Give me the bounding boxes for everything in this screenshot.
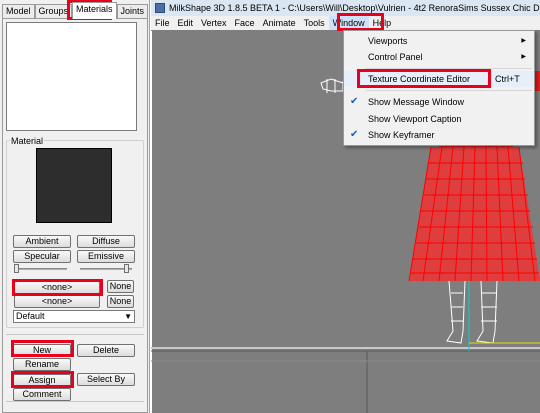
submenu-arrow-icon: ▶ (521, 38, 526, 44)
alpha-texture-button[interactable]: <none> (14, 295, 100, 308)
ambient-button[interactable]: Ambient (13, 235, 71, 248)
menu-tools[interactable]: Tools (300, 16, 329, 30)
material-mode-select[interactable]: Default ▼ (13, 310, 135, 323)
material-preview-swatch (36, 148, 112, 223)
emissive-button[interactable]: Emissive (77, 250, 135, 263)
model-legs (446, 280, 498, 344)
menu-face[interactable]: Face (231, 16, 259, 30)
app-icon (155, 3, 165, 13)
materials-list[interactable] (6, 22, 137, 131)
tab-materials[interactable]: Materials (72, 2, 117, 19)
menu-animate[interactable]: Animate (259, 16, 300, 30)
chevron-down-icon: ▼ (124, 312, 132, 321)
menu-vertex[interactable]: Vertex (197, 16, 231, 30)
submenu-arrow-icon: ▶ (521, 54, 526, 60)
delete-button[interactable]: Delete (77, 344, 135, 357)
menu-item-label: Show Keyframer (368, 130, 435, 140)
menu-item-show-message-window[interactable]: ✔ Show Message Window (344, 94, 534, 110)
menu-item-viewports[interactable]: Viewports ▶ (344, 33, 534, 49)
diffuse-button[interactable]: Diffuse (77, 235, 135, 248)
annotation-highlight-assign (11, 371, 74, 388)
menu-item-control-panel[interactable]: Control Panel ▶ (344, 49, 534, 65)
shininess-slider-track (15, 268, 67, 270)
checkmark-icon: ✔ (350, 129, 359, 140)
specular-button[interactable]: Specular (13, 250, 71, 263)
annotation-highlight-new (11, 340, 74, 357)
texture-none-button[interactable]: None (107, 280, 134, 293)
menu-file[interactable]: File (151, 16, 174, 30)
window-title: MilkShape 3D 1.8.5 BETA 1 - C:\Users\Wil… (169, 3, 540, 13)
menu-edit[interactable]: Edit (174, 16, 198, 30)
menu-item-label: Control Panel (368, 52, 423, 62)
tab-model[interactable]: Model (2, 4, 35, 19)
rename-button[interactable]: Rename (13, 358, 71, 371)
menu-item-show-keyframer[interactable]: ✔ Show Keyframer (344, 127, 534, 143)
tab-joints[interactable]: Joints (116, 4, 149, 19)
comment-button[interactable]: Comment (13, 388, 71, 401)
tool-panel: Model Groups Materials Joints Material A… (0, 0, 150, 413)
menu-separator (366, 90, 532, 91)
annotation-highlight-window-menu (337, 13, 384, 31)
divider (6, 334, 144, 335)
menu-item-shortcut: Ctrl+T (495, 74, 520, 84)
menu-item-label: Show Message Window (368, 97, 465, 107)
material-mode-value: Default (16, 311, 45, 321)
window-menu-dropdown: Viewports ▶ Control Panel ▶ Texture Coor… (343, 30, 535, 146)
shininess-slider-thumb[interactable] (14, 264, 19, 273)
alpha-texture-none-button[interactable]: None (107, 295, 134, 308)
checkmark-icon: ✔ (350, 96, 359, 107)
select-by-button[interactable]: Select By (77, 373, 135, 386)
panel-tabs: Model Groups Materials Joints (2, 2, 149, 19)
menu-item-label: Show Viewport Caption (368, 114, 462, 124)
divider-bottom (6, 401, 144, 402)
menu-item-show-viewport-caption[interactable]: Show Viewport Caption (344, 111, 534, 127)
menu-item-label: Viewports (368, 36, 408, 46)
transparency-slider-thumb[interactable] (124, 264, 129, 273)
material-group-label: Material (10, 136, 45, 146)
annotation-highlight-texture (12, 279, 103, 296)
annotation-highlight-texture-editor (357, 69, 491, 88)
